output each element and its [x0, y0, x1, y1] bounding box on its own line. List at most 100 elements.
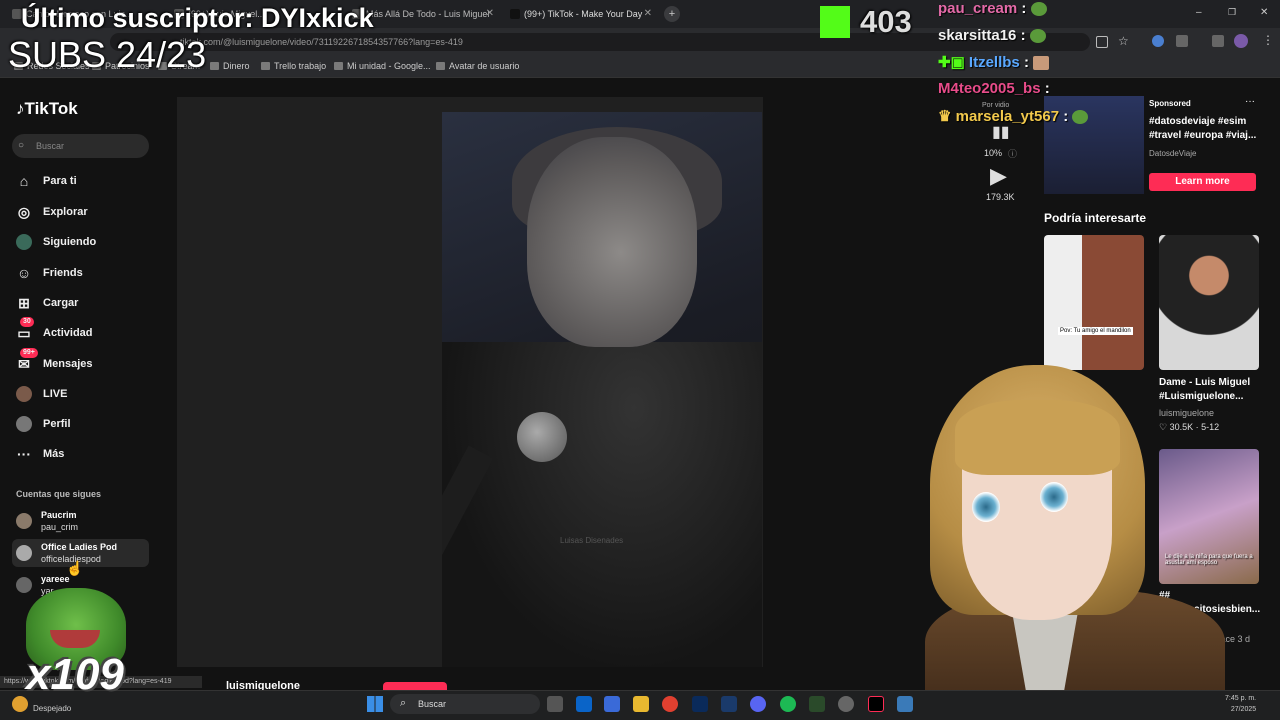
tiktok-note-icon: ♪ — [16, 99, 25, 118]
taskbar-search-input[interactable]: Buscar — [390, 694, 540, 714]
chat-message: ♛ marsela_yt567 : — [938, 107, 1089, 125]
window-close-button[interactable]: ✕ — [1260, 7, 1268, 18]
install-icon[interactable] — [1096, 36, 1108, 48]
profile-avatar-icon[interactable] — [1234, 34, 1248, 48]
upload-icon: ⊞ — [18, 295, 30, 311]
file-explorer-icon[interactable] — [633, 696, 649, 712]
live-icon — [16, 386, 32, 402]
extensions-puzzle-icon[interactable] — [1176, 35, 1188, 47]
thumbnail-caption: Le dije a la niña para que fuera a asust… — [1165, 554, 1253, 566]
photoshop-icon[interactable] — [692, 696, 708, 712]
singer-face — [527, 137, 697, 347]
recommendation-thumbnail[interactable] — [1159, 235, 1259, 370]
chrome-icon[interactable] — [662, 696, 678, 712]
bookmark-item[interactable]: Avatar de usuario — [436, 61, 519, 71]
tab-label: Más Allá De Todo - Luis Miguel — [366, 9, 490, 19]
nav-explorar[interactable]: ◎ Explorar — [16, 203, 88, 221]
friends-icon: ☺ — [16, 265, 32, 281]
maximize-button[interactable]: ❐ — [1228, 7, 1236, 18]
stats-bars-icon[interactable]: ▮▮ — [992, 122, 1010, 142]
play-icon[interactable]: ▶ — [990, 163, 1007, 189]
chat-message: skarsitta16 : — [938, 27, 1046, 44]
activity-icon: ▭ — [17, 325, 31, 341]
nav-live[interactable]: LIVE — [16, 385, 67, 403]
recommendation-author[interactable]: luismiguelone — [1159, 408, 1214, 418]
nav-para-ti[interactable]: ⌂ Para ti — [16, 172, 77, 190]
badge-icon: ✚▣ — [938, 54, 969, 71]
video-player[interactable] — [442, 112, 762, 667]
store-icon[interactable] — [604, 696, 620, 712]
search-input[interactable]: Buscar — [12, 134, 149, 158]
recommendation-title[interactable]: Dame - Luis Miguel #Luismiguelone... — [1159, 376, 1264, 404]
nav-mensajes[interactable]: ✉ 99+ Mensajes — [16, 348, 93, 373]
emote-icon — [1029, 29, 1046, 44]
followed-account[interactable]: Paucrim pau_crim — [12, 507, 149, 535]
bookmark-item[interactable]: Trello trabajo — [261, 61, 326, 71]
minimize-button[interactable]: – — [1196, 7, 1202, 18]
bookmark-item[interactable]: Mi unidad - Google... — [334, 61, 431, 71]
emote-icon — [1072, 110, 1089, 125]
browser-tab-active[interactable]: (99+) TikTok - Make Your Day ✕ — [506, 4, 656, 24]
more-options-icon[interactable]: ··· — [1245, 96, 1255, 107]
extension-icon[interactable] — [1152, 35, 1164, 47]
messages-icon: ✉ — [18, 356, 30, 372]
subs-goal-overlay: SUBS 24/23 — [8, 34, 207, 75]
chat-message: pau_cream : — [938, 0, 1047, 17]
weather-label: Despejado — [33, 704, 72, 713]
xbox-icon[interactable] — [809, 696, 825, 712]
reading-list-icon[interactable] — [1212, 35, 1224, 47]
app-icon[interactable] — [838, 696, 854, 712]
nav-actividad[interactable]: ▭ 30 Actividad — [16, 317, 93, 342]
windows-start-icon[interactable] — [367, 696, 383, 712]
recommendation-thumbnail[interactable]: Pov: Tu amigo el mandilon — [1044, 235, 1144, 370]
new-tab-button[interactable]: + — [664, 6, 680, 22]
search-icon: ○ — [18, 140, 25, 151]
mouse-cursor-icon: ☝ — [66, 560, 84, 576]
browser-menu-icon[interactable]: ⋮ — [1262, 33, 1274, 47]
search-icon: ⌕ — [400, 697, 407, 709]
nav-siguiendo[interactable]: Siguiendo — [16, 233, 96, 251]
last-subscriber-overlay: Último suscriptor: DYIxkick — [21, 3, 374, 33]
home-icon: ⌂ — [19, 173, 29, 189]
more-icon: ··· — [17, 446, 31, 462]
activity-badge: 30 — [20, 317, 34, 327]
spotify-icon[interactable] — [780, 696, 796, 712]
close-icon[interactable]: ✕ — [644, 4, 652, 24]
bookmark-item[interactable]: Dinero — [210, 61, 250, 71]
following-icon — [16, 234, 32, 250]
thumbnail-caption: Pov: Tu amigo el mandilon — [1058, 327, 1133, 335]
avatar — [16, 577, 32, 593]
nav-cargar[interactable]: ⊞ Cargar — [16, 294, 78, 312]
microphone — [517, 412, 567, 462]
nav-perfil[interactable]: Perfil — [16, 415, 71, 433]
views-count: 179.3K — [986, 192, 1015, 202]
outlook-icon[interactable] — [576, 696, 592, 712]
nav-friends[interactable]: ☺ Friends — [16, 264, 83, 282]
bookmark-star-icon[interactable]: ☆ — [1118, 34, 1129, 48]
chat-message: ✚▣ Itzellbs : — [938, 53, 1050, 71]
avatar — [16, 545, 32, 561]
video-watermark: Luisas Disenades — [560, 536, 624, 545]
close-icon[interactable]: ✕ — [486, 4, 494, 24]
task-view-icon[interactable] — [547, 696, 563, 712]
learn-more-button[interactable]: Learn more — [1149, 173, 1256, 191]
kick-viewer-count: 403 — [860, 4, 912, 39]
vtuber-app-icon[interactable] — [897, 696, 913, 712]
emote-icon — [1030, 2, 1047, 17]
emote-icon — [1033, 56, 1050, 71]
nav-mas[interactable]: ··· Más — [16, 445, 64, 463]
vegas-icon[interactable] — [721, 696, 737, 712]
recommendation-thumbnail[interactable]: Le dije a la niña para que fuera a asust… — [1159, 449, 1259, 584]
emote-combo-counter: x109 — [26, 650, 124, 699]
discord-icon[interactable] — [750, 696, 766, 712]
avatar-eye — [1040, 482, 1068, 512]
follow-button[interactable] — [383, 682, 447, 690]
info-icon[interactable]: ⓘ — [1008, 147, 1017, 160]
recommendation-likes: ♡ 30.5K · 5-12 — [1159, 422, 1220, 432]
compass-icon: ◎ — [17, 204, 31, 220]
tiktok-logo[interactable]: ♪TikTok — [16, 99, 78, 119]
tiktok-app-icon[interactable] — [868, 696, 884, 712]
tiktok-favicon-icon — [510, 9, 520, 19]
tab-label: (99+) TikTok - Make Your Day — [524, 9, 643, 19]
profile-icon — [16, 416, 32, 432]
